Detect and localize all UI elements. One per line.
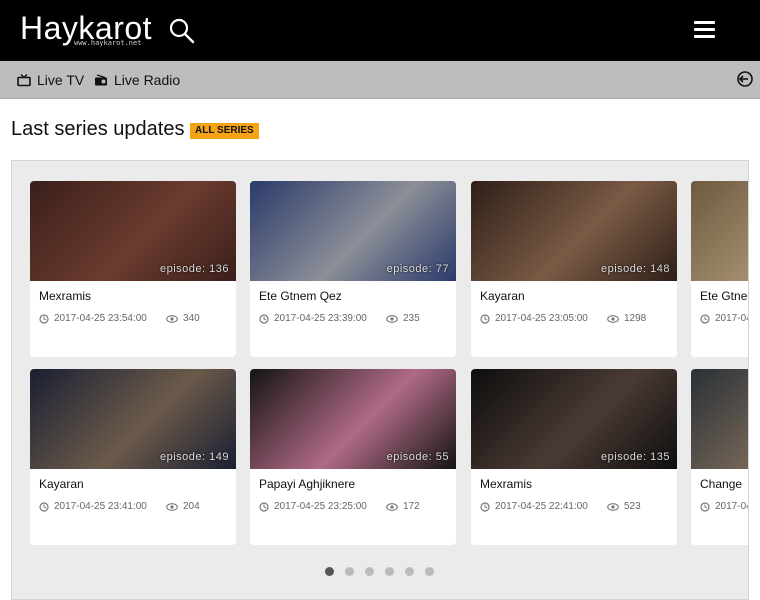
series-card[interactable]: episode: 149 Kayaran 2017-04-25 23:41:00 20… — [30, 369, 236, 545]
episode-label: episode: 55 — [386, 451, 449, 463]
episode-label: episode: 135 — [601, 451, 670, 463]
series-title[interactable]: Kayaran — [39, 477, 84, 491]
view-count: 523 — [607, 501, 641, 512]
exit-icon[interactable] — [736, 70, 754, 88]
episode-thumbnail[interactable] — [691, 369, 748, 469]
publish-date: 2017-04-25 23:25:00 — [259, 501, 367, 512]
clock-icon — [480, 501, 490, 512]
episode-label: episode: 148 — [601, 263, 670, 275]
publish-date: 2017-04-25 23:39:00 — [259, 313, 367, 324]
site-logo-subtitle: www.haykarot.net — [74, 39, 142, 47]
carousel-dot[interactable] — [365, 567, 374, 576]
publish-date: 2017-04-25 23:41:00 — [39, 501, 147, 512]
carousel-dot[interactable] — [325, 567, 334, 576]
series-title[interactable]: Mexramis — [39, 289, 91, 303]
clock-icon — [480, 313, 490, 324]
series-card[interactable]: episode: 135 Mexramis 2017-04-25 22:41:00 5… — [471, 369, 677, 545]
clock-icon — [700, 501, 710, 512]
clock-icon — [700, 313, 710, 324]
series-title[interactable]: Ete Gtnem Qez — [259, 289, 342, 303]
section-title: Last series updates — [11, 118, 185, 140]
view-count: 235 — [386, 313, 420, 324]
publish-date: 2017-04-25 22:41:00 — [480, 501, 588, 512]
series-title[interactable]: Change — [700, 477, 742, 491]
eye-icon — [386, 502, 398, 511]
publish-date-text: 2017-04-25 23:25:00 — [274, 501, 367, 512]
episode-thumbnail[interactable] — [691, 181, 748, 281]
publish-date-text: 2017-04-25 22:41:00 — [495, 501, 588, 512]
view-count-text: 204 — [183, 501, 200, 512]
carousel-dot[interactable] — [385, 567, 394, 576]
publish-date-text: 2017-04-25 23:41:00 — [54, 501, 147, 512]
carousel-dot[interactable] — [405, 567, 414, 576]
series-card[interactable]: Ete Gtnem Qez 2017-04-25 23:39:00 — [691, 181, 748, 357]
hamburger-menu-icon[interactable] — [694, 21, 718, 41]
series-title[interactable]: Ete Gtnem Qez — [700, 289, 748, 303]
publish-date-text: 2017-04-25 22:41:00 — [715, 501, 748, 512]
top-bar: Haykarot www.haykarot.net — [0, 0, 760, 61]
live-radio-link[interactable]: Live Radio — [94, 70, 180, 90]
publish-date-text: 2017-04-25 23:39:00 — [274, 313, 367, 324]
radio-icon — [95, 73, 107, 85]
clock-icon — [39, 313, 49, 324]
series-card[interactable]: Change 2017-04-25 22:41:00 — [691, 369, 748, 545]
clock-icon — [259, 313, 269, 324]
search-icon[interactable] — [168, 17, 196, 45]
episode-label: episode: 77 — [386, 263, 449, 275]
series-carousel[interactable]: episode: 136 Mexramis 2017-04-25 23:54:00 3… — [11, 160, 749, 600]
series-title[interactable]: Kayaran — [480, 289, 525, 303]
clock-icon — [39, 501, 49, 512]
eye-icon — [166, 314, 178, 323]
view-count-text: 1298 — [624, 313, 647, 324]
view-count: 340 — [166, 313, 200, 324]
view-count: 172 — [386, 501, 420, 512]
eye-icon — [166, 502, 178, 511]
view-count-text: 235 — [403, 313, 420, 324]
publish-date-text: 2017-04-25 23:05:00 — [495, 313, 588, 324]
series-card[interactable]: episode: 77 Ete Gtnem Qez 2017-04-25 23:39… — [250, 181, 456, 357]
live-tv-label: Live TV — [37, 72, 85, 88]
eye-icon — [607, 502, 619, 511]
eye-icon — [386, 314, 398, 323]
publish-date-text: 2017-04-25 23:39:00 — [715, 313, 748, 324]
view-count-text: 523 — [624, 501, 641, 512]
view-count-text: 340 — [183, 313, 200, 324]
sub-navigation: Live TV Live Radio — [0, 61, 760, 99]
publish-date: 2017-04-25 23:54:00 — [39, 313, 147, 324]
episode-label: episode: 149 — [160, 451, 229, 463]
episode-label: episode: 136 — [160, 263, 229, 275]
publish-date: 2017-04-25 22:41:00 — [700, 501, 748, 512]
series-card[interactable]: episode: 148 Kayaran 2017-04-25 23:05:00 12… — [471, 181, 677, 357]
live-radio-label: Live Radio — [114, 72, 181, 88]
live-tv-link[interactable]: Live TV — [17, 70, 84, 90]
series-title[interactable]: Mexramis — [480, 477, 532, 491]
carousel-dot[interactable] — [425, 567, 434, 576]
series-card[interactable]: episode: 55 Papayi Aghjiknere 2017-04-25 2… — [250, 369, 456, 545]
publish-date: 2017-04-25 23:05:00 — [480, 313, 588, 324]
view-count-text: 172 — [403, 501, 420, 512]
tv-icon — [17, 73, 31, 86]
publish-date: 2017-04-25 23:39:00 — [700, 313, 748, 324]
publish-date-text: 2017-04-25 23:54:00 — [54, 313, 147, 324]
all-series-button[interactable]: ALL SERIES — [190, 123, 259, 139]
eye-icon — [607, 314, 619, 323]
carousel-dot[interactable] — [345, 567, 354, 576]
series-card[interactable]: episode: 136 Mexramis 2017-04-25 23:54:00 3… — [30, 181, 236, 357]
clock-icon — [259, 501, 269, 512]
series-title[interactable]: Papayi Aghjiknere — [259, 477, 355, 491]
view-count: 1298 — [607, 313, 646, 324]
carousel-pagination — [325, 567, 445, 576]
view-count: 204 — [166, 501, 200, 512]
